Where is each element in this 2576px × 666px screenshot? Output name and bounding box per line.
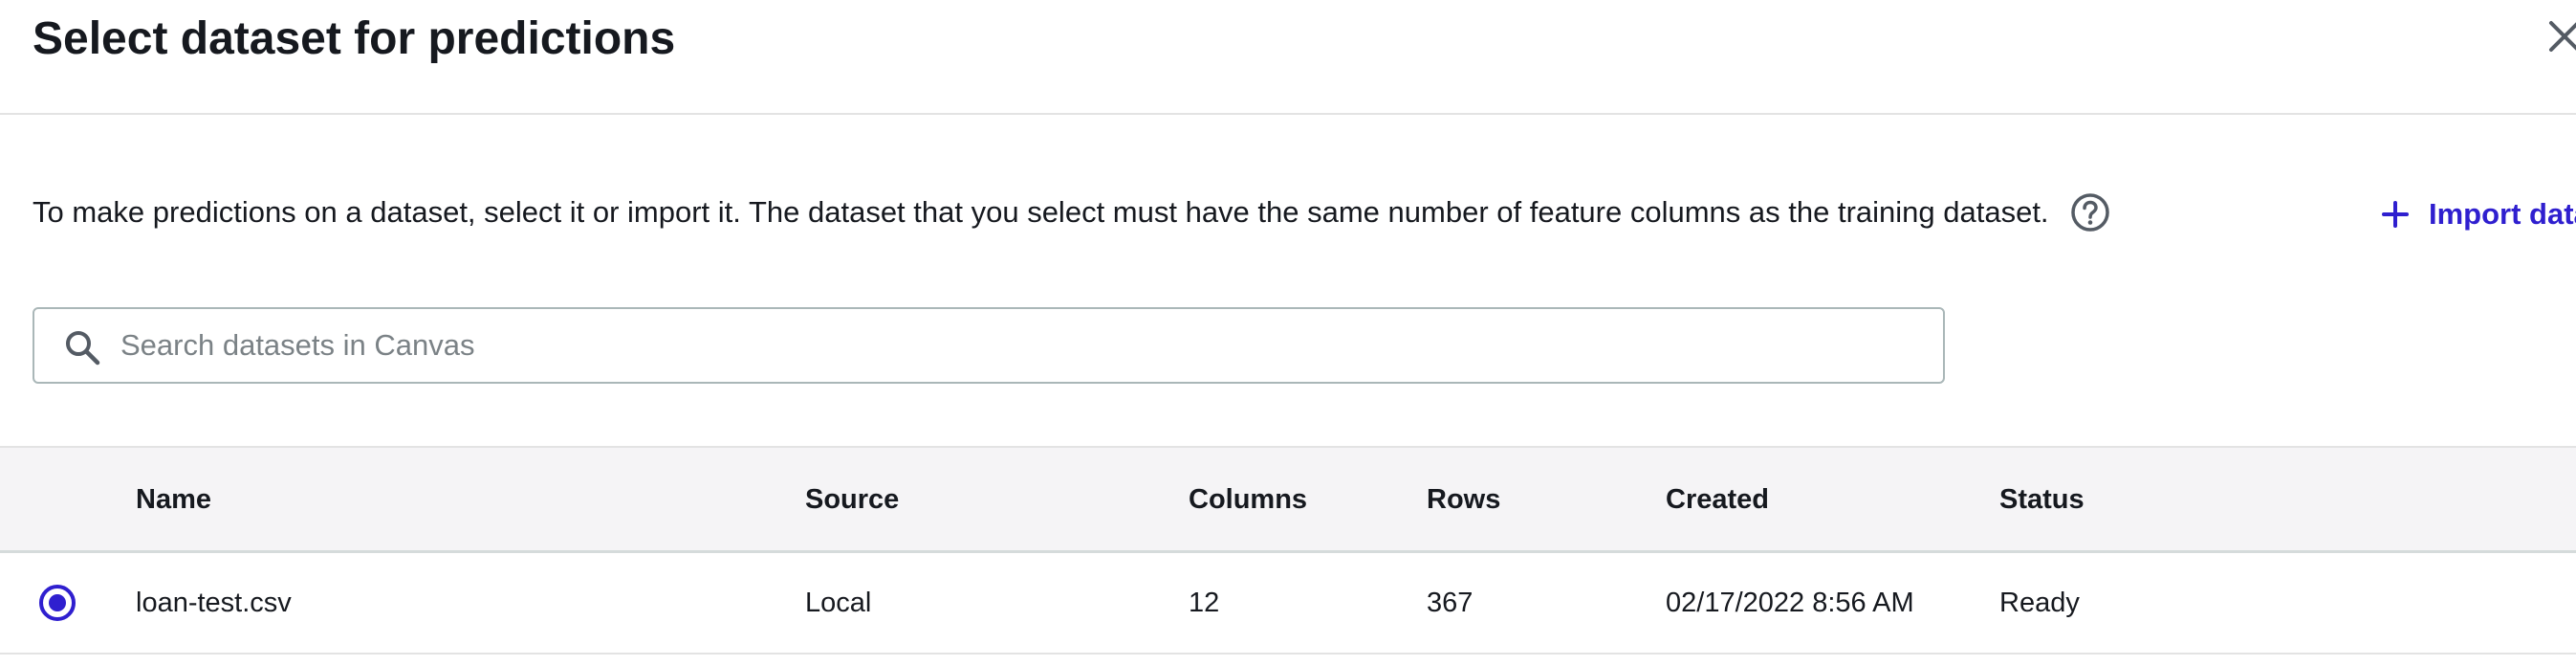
search-input[interactable]	[120, 317, 1918, 374]
select-dataset-modal: Select dataset for predictions To make p…	[0, 0, 2576, 666]
column-header-status[interactable]: Status	[1999, 448, 2085, 551]
column-header-columns[interactable]: Columns	[1189, 448, 1307, 551]
close-button[interactable]	[2545, 17, 2576, 56]
import-data-label: Import data	[2429, 196, 2576, 231]
search-box[interactable]	[33, 307, 1945, 384]
cell-source: Local	[805, 588, 872, 618]
table-header: Name Source Columns Rows Created Status	[0, 446, 2576, 553]
column-header-created[interactable]: Created	[1666, 448, 1769, 551]
column-header-rows[interactable]: Rows	[1427, 448, 1500, 551]
close-icon	[2549, 21, 2576, 52]
description-text: To make predictions on a dataset, select…	[33, 195, 2049, 229]
column-header-source[interactable]: Source	[805, 448, 899, 551]
description-row: To make predictions on a dataset, select…	[33, 188, 2110, 237]
help-circle-icon[interactable]	[2070, 192, 2110, 233]
table-row[interactable]: loan-test.csv Local 12 367 02/17/2022 8:…	[0, 553, 2576, 655]
import-data-button[interactable]: Import data	[2381, 188, 2576, 237]
row-select-radio[interactable]	[38, 584, 76, 622]
cell-columns: 12	[1189, 588, 1220, 618]
search-icon	[66, 331, 100, 366]
modal-header: Select dataset for predictions	[0, 0, 2576, 115]
datasets-table: Name Source Columns Rows Created Status …	[0, 446, 2576, 655]
cell-status: Ready	[1999, 588, 2080, 618]
column-header-name[interactable]: Name	[136, 448, 211, 551]
plus-icon	[2382, 200, 2409, 228]
cell-name: loan-test.csv	[136, 588, 292, 618]
cell-created: 02/17/2022 8:56 AM	[1666, 588, 1914, 618]
cell-rows: 367	[1427, 588, 1474, 618]
modal-title: Select dataset for predictions	[33, 13, 676, 64]
